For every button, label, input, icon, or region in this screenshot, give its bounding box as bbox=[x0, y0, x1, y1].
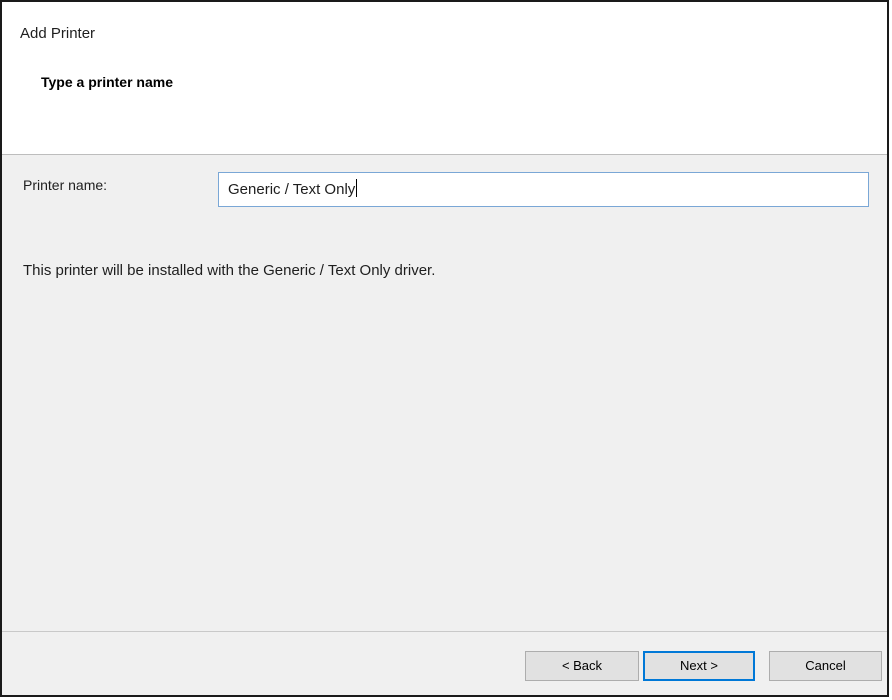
printer-name-value: Generic / Text Only bbox=[228, 181, 356, 198]
driver-info-text: This printer will be installed with the … bbox=[23, 262, 436, 279]
next-button[interactable]: Next > bbox=[643, 651, 755, 681]
back-button[interactable]: < Back bbox=[525, 651, 639, 681]
add-printer-dialog: Add Printer Type a printer name Printer … bbox=[0, 0, 889, 697]
window-title: Add Printer bbox=[20, 25, 96, 42]
text-caret bbox=[356, 179, 358, 197]
footer-divider bbox=[2, 631, 887, 632]
printer-name-input[interactable]: Generic / Text Only bbox=[218, 172, 869, 207]
step-title: Type a printer name bbox=[41, 74, 174, 90]
cancel-button[interactable]: Cancel bbox=[769, 651, 882, 681]
dialog-header: Add Printer Type a printer name bbox=[2, 2, 887, 155]
printer-name-label: Printer name: bbox=[23, 177, 108, 193]
